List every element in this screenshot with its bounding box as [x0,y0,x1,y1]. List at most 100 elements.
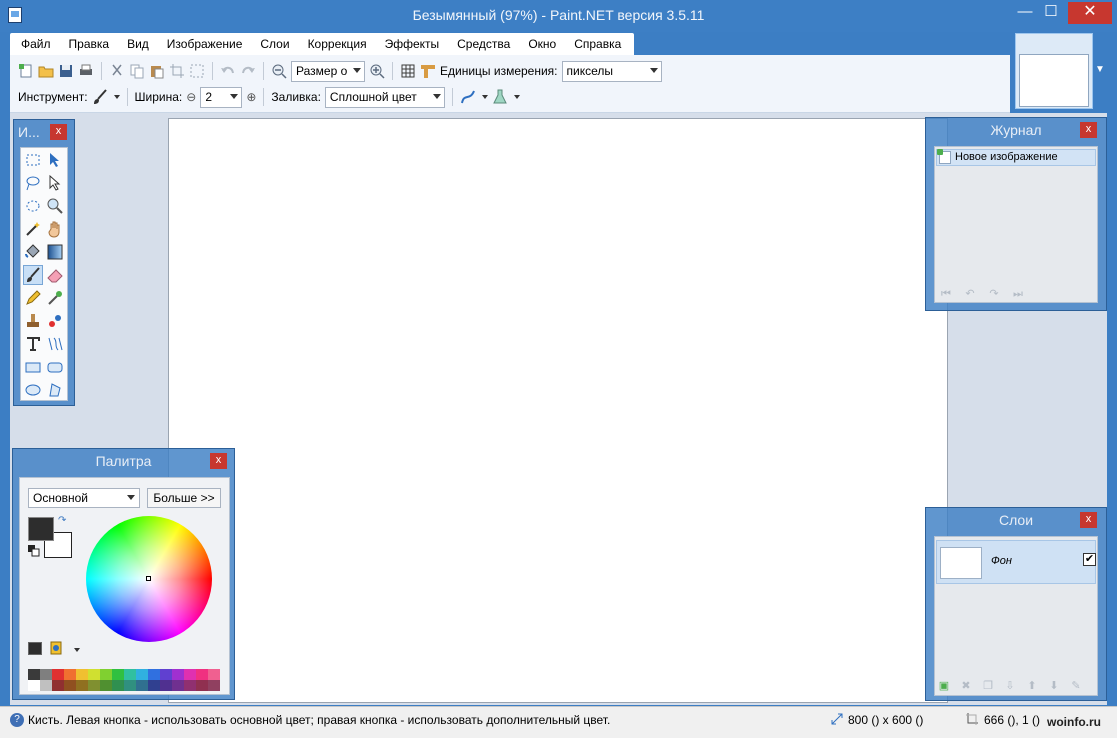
color-swatch[interactable] [184,680,196,691]
color-swatch[interactable] [148,680,160,691]
rectangle-icon[interactable] [23,357,43,377]
tools-panel-close-button[interactable]: x [50,124,67,140]
minimize-button[interactable]: — [1012,2,1038,24]
history-panel-close-button[interactable]: x [1080,122,1097,138]
paste-icon[interactable] [149,63,165,79]
menu-view[interactable]: Вид [118,33,158,55]
deselect-icon[interactable] [189,63,205,79]
image-thumbnail-tab[interactable] [1015,33,1093,109]
maximize-button[interactable]: ☐ [1038,2,1064,24]
paintbrush-icon[interactable] [92,89,108,105]
color-swatch[interactable] [76,669,88,680]
freeform-shape-icon[interactable] [45,380,65,400]
layer-properties-icon[interactable]: ✎ [1069,680,1083,692]
primary-color-swatch[interactable] [28,517,54,541]
ellipse-select-icon[interactable] [23,196,43,216]
duplicate-layer-icon[interactable]: ❐ [981,680,995,692]
color-swatch[interactable] [100,669,112,680]
print-icon[interactable] [78,63,94,79]
crop-to-selection-icon[interactable] [169,63,185,79]
layer-row[interactable]: Фон ✔ [936,540,1096,584]
color-swatch[interactable] [196,669,208,680]
color-swatch[interactable] [172,680,184,691]
chevron-down-icon[interactable] [481,95,488,99]
recolor-icon[interactable] [45,311,65,331]
add-color-icon[interactable] [28,642,42,655]
color-swatch[interactable] [100,680,112,691]
fast-forward-icon[interactable]: ⏭ [1011,288,1025,300]
move-pixels-icon[interactable] [45,173,65,193]
color-picker-icon[interactable] [45,288,65,308]
color-swatch[interactable] [184,669,196,680]
palette-panel-close-button[interactable]: x [210,453,227,469]
color-swatch[interactable] [52,680,64,691]
move-layer-up-icon[interactable]: ⬆ [1025,680,1039,692]
pencil-icon[interactable] [23,288,43,308]
zoom-out-icon[interactable] [271,63,287,79]
grid-icon[interactable] [400,63,416,79]
color-swatch[interactable] [88,680,100,691]
paintbrush-tool-icon[interactable] [23,265,43,285]
pan-icon[interactable] [45,219,65,239]
palette-select[interactable]: Основной [28,488,140,508]
color-swatch[interactable] [28,680,40,691]
chevron-down-icon[interactable] [513,95,520,99]
color-swatch[interactable] [136,669,148,680]
rounded-rectangle-icon[interactable] [45,357,65,377]
rewind-icon[interactable]: ⏮ [939,288,953,300]
color-swatch[interactable] [112,669,124,680]
copy-icon[interactable] [129,63,145,79]
step-forward-icon[interactable]: ↷ [987,288,1001,300]
color-swatch[interactable] [124,680,136,691]
more-colors-button[interactable]: Больше >> [147,488,221,508]
step-back-icon[interactable]: ↶ [963,288,977,300]
palette-menu-icon[interactable] [50,641,64,655]
color-wheel-cursor[interactable] [146,576,151,581]
antialiasing-icon[interactable] [460,89,476,105]
move-selection-icon[interactable] [45,150,65,170]
color-swatch[interactable] [172,669,184,680]
chevron-down-icon[interactable]: ▼ [1095,64,1107,76]
move-layer-down-icon[interactable]: ⬇ [1047,680,1061,692]
undo-icon[interactable] [220,63,236,79]
color-swatch[interactable] [40,669,52,680]
delete-layer-icon[interactable]: ✖ [959,680,973,692]
add-layer-icon[interactable]: ▣ [937,680,951,692]
menu-utilities[interactable]: Средства [448,33,519,55]
color-swatch[interactable] [124,669,136,680]
menu-adjustments[interactable]: Коррекция [299,33,376,55]
new-file-icon[interactable] [18,63,34,79]
color-swatch[interactable] [148,669,160,680]
color-swatch[interactable] [160,680,172,691]
layers-panel-close-button[interactable]: x [1080,512,1097,528]
color-swatch[interactable] [76,680,88,691]
width-decrease-button[interactable]: ⊖ [186,90,196,104]
width-combo[interactable]: 2 [200,86,243,108]
fill-combo[interactable]: Сплошной цвет [324,86,445,108]
blend-mode-icon[interactable] [492,89,508,105]
width-increase-button[interactable]: ⊕ [246,90,256,104]
layer-visibility-checkbox[interactable]: ✔ [1083,553,1096,566]
ellipse-icon[interactable] [23,380,43,400]
menu-window[interactable]: Окно [519,33,565,55]
color-swatch[interactable] [208,680,220,691]
menu-image[interactable]: Изображение [158,33,252,55]
color-wheel[interactable] [86,516,212,642]
color-swatch[interactable] [160,669,172,680]
color-swatch[interactable] [196,680,208,691]
close-window-button[interactable]: ✕ [1068,2,1112,24]
lasso-select-icon[interactable] [23,173,43,193]
color-swatch[interactable] [136,680,148,691]
zoom-in-icon[interactable] [369,63,385,79]
zoom-icon[interactable] [45,196,65,216]
rectangle-select-icon[interactable] [23,150,43,170]
magic-wand-icon[interactable] [23,219,43,239]
menu-edit[interactable]: Правка [60,33,119,55]
text-icon[interactable] [23,334,43,354]
cut-icon[interactable] [109,63,125,79]
color-swatch[interactable] [64,669,76,680]
color-swatch[interactable] [28,669,40,680]
zoom-combo[interactable]: Размер о [291,60,365,82]
clone-stamp-icon[interactable] [23,311,43,331]
eraser-icon[interactable] [45,265,65,285]
